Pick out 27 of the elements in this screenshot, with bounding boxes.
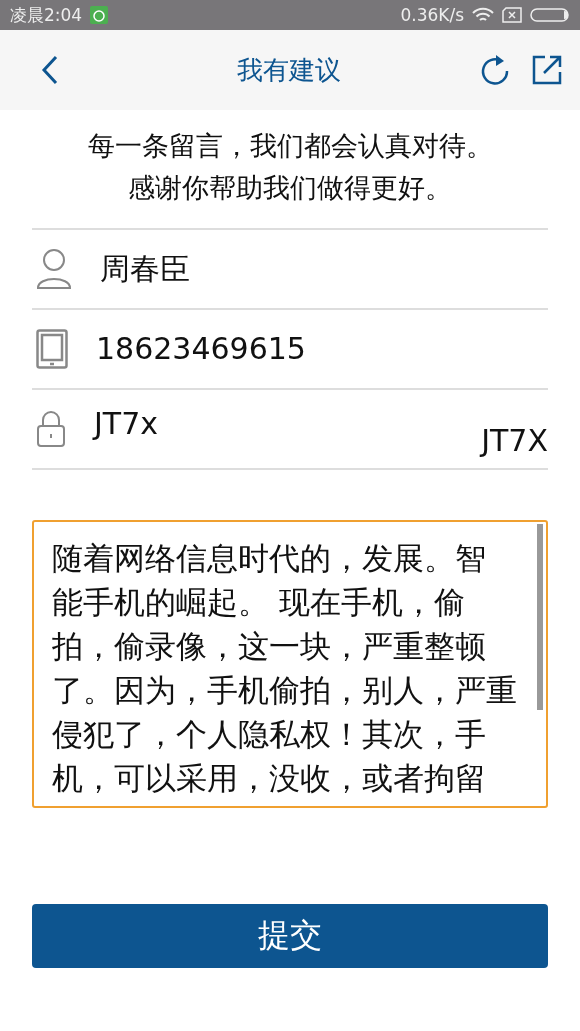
name-field[interactable]: 周春臣: [96, 243, 548, 295]
no-sim-icon: [502, 7, 522, 23]
battery-icon: [530, 7, 570, 23]
message-text-line: 机，可以采用，没收，或者拘留: [52, 759, 487, 798]
share-button[interactable]: [532, 55, 562, 85]
message-text-line: 了。因为，手机偷拍，别人，严重: [52, 671, 518, 710]
status-time: 凌晨2:04: [10, 3, 83, 27]
message-field[interactable]: 随着网络信息时代的，发展。智 能手机的崛起。 现在手机，偷 拍，偷录像，这一块，严重整顿 了。因为，手机偷拍，别人，严重 侵犯了，个人隐私权！其次，手 机，可以采用，没收，或者拘留: [32, 520, 548, 808]
refresh-button[interactable]: [480, 54, 510, 86]
lock-icon: [36, 410, 66, 448]
captcha-field[interactable]: JT7x: [90, 398, 458, 450]
wifi-icon: [472, 7, 494, 23]
message-text-line: 拍，偷录像，这一块，严重整顿: [52, 627, 487, 666]
person-icon: [36, 248, 72, 290]
message-text-line: 侵犯了，个人隐私权！其次，手: [52, 715, 487, 754]
tablet-icon: [36, 329, 68, 369]
message-text-line: 随着网络信息时代的，发展。智: [52, 539, 487, 578]
network-speed: 0.36K/s: [400, 5, 464, 25]
captcha-code[interactable]: JT7X: [481, 423, 548, 458]
submit-button[interactable]: 提交: [32, 904, 548, 968]
page-title: 我有建议: [236, 53, 342, 87]
intro-text: 每一条留言，我们都会认真对待。: [87, 129, 493, 163]
intro-text: 感谢你帮助我们做得更好。: [128, 171, 452, 205]
phone-field[interactable]: 18623469615: [92, 323, 548, 375]
message-text-line: 能手机的崛起。 现在手机，偷: [52, 583, 466, 622]
back-button[interactable]: [40, 54, 60, 86]
app-notification-icon: [90, 6, 109, 24]
